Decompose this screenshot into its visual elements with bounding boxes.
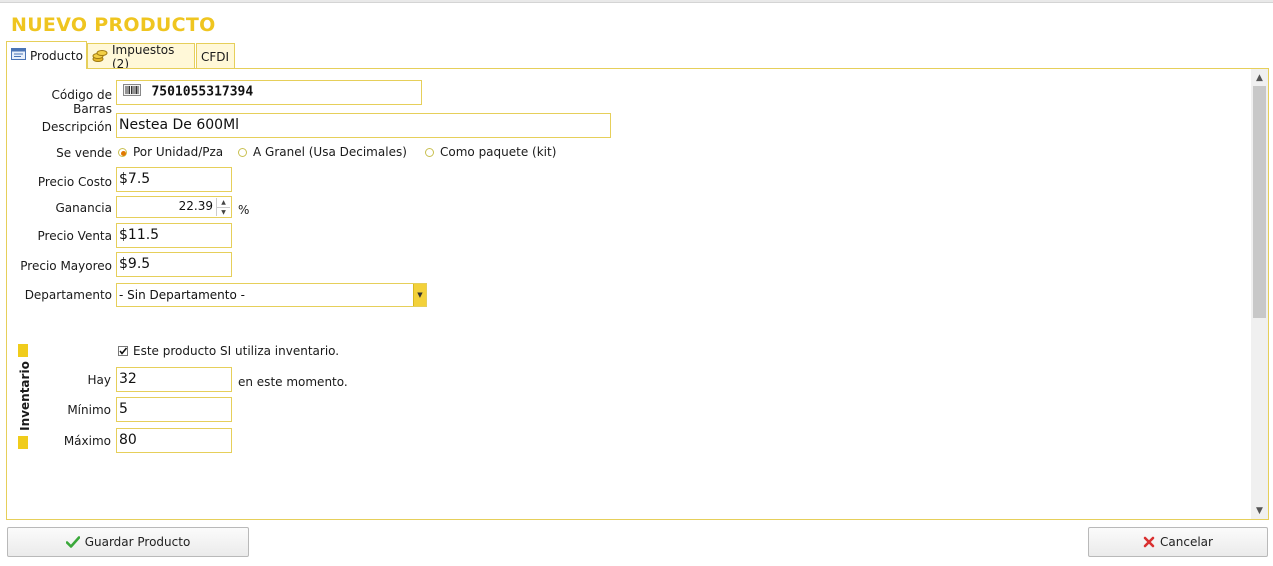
stepper-up-icon[interactable]: ▲	[217, 198, 230, 208]
current-stock-field[interactable]: 32	[116, 367, 232, 392]
inventory-section-label: Inventario	[18, 361, 32, 431]
department-select[interactable]: - Sin Departamento - ▼	[116, 283, 427, 307]
profit-value: 22.39	[178, 199, 213, 213]
radio-unselected-icon	[238, 147, 247, 157]
scroll-down-icon[interactable]: ▼	[1251, 502, 1268, 519]
page-title: NUEVO PRODUCTO	[11, 14, 216, 36]
scrollbar-thumb[interactable]	[1253, 86, 1266, 318]
uses-inventory-checkbox[interactable]: Este producto SI utiliza inventario.	[118, 344, 339, 358]
barcode-icon	[123, 84, 141, 100]
close-icon	[1143, 536, 1155, 548]
cancel-label: Cancelar	[1160, 535, 1213, 549]
current-stock-label: Hay	[87, 373, 111, 387]
department-label: Departamento	[24, 288, 112, 302]
department-value: - Sin Departamento -	[119, 288, 245, 302]
radio-a-granel-label: A Granel (Usa Decimales)	[253, 145, 407, 159]
wholesale-price-label: Precio Mayoreo	[20, 259, 112, 273]
barcode-field[interactable]: 7501055317394	[116, 80, 422, 105]
sale-price-field[interactable]: $11.5	[116, 223, 232, 248]
profit-label: Ganancia	[55, 201, 112, 215]
coins-icon	[92, 47, 108, 66]
tab-cfdi[interactable]: CFDI	[196, 43, 235, 69]
save-product-label: Guardar Producto	[84, 535, 191, 549]
top-divider	[0, 0, 1273, 3]
radio-selected-icon	[118, 147, 127, 157]
radio-como-paquete-label: Como paquete (kit)	[440, 145, 557, 159]
checkmark-icon	[65, 536, 80, 548]
profit-stepper[interactable]: 22.39 ▲ ▼	[116, 196, 232, 218]
tab-producto-label: Producto	[30, 48, 83, 63]
barcode-value: 7501055317394	[151, 84, 254, 100]
minimum-stock-label: Mínimo	[67, 403, 111, 417]
description-field[interactable]: Nestea De 600Ml	[116, 113, 611, 138]
cost-price-field[interactable]: $7.5	[116, 167, 232, 192]
vertical-scrollbar[interactable]: ▲ ▼	[1251, 69, 1268, 519]
sale-price-label: Precio Venta	[37, 229, 113, 243]
sale-type-label: Se vende	[56, 146, 112, 160]
uses-inventory-label: Este producto SI utiliza inventario.	[133, 344, 340, 358]
description-label: Descripción	[41, 120, 112, 134]
tab-cfdi-label: CFDI	[201, 49, 230, 64]
chevron-down-icon[interactable]: ▼	[413, 284, 426, 306]
checkbox-checked-icon	[118, 346, 128, 356]
radio-por-unidad[interactable]: Por Unidad/Pza	[118, 145, 223, 159]
cost-price-label: Precio Costo	[37, 175, 112, 189]
radio-unselected-icon	[425, 147, 434, 157]
profit-unit: %	[238, 203, 250, 217]
maximum-stock-field[interactable]: 80	[116, 428, 232, 453]
scroll-up-icon[interactable]: ▲	[1251, 69, 1268, 86]
stepper-down-icon[interactable]: ▼	[217, 208, 230, 217]
radio-como-paquete[interactable]: Como paquete (kit)	[425, 145, 556, 159]
tab-impuestos-label: Impuestos (2)	[112, 42, 175, 71]
cancel-button[interactable]: Cancelar	[1088, 527, 1268, 557]
tab-impuestos[interactable]: Impuestos (2)	[87, 42, 195, 71]
tab-producto[interactable]: Producto	[6, 41, 87, 69]
form-icon	[11, 48, 26, 63]
product-form-panel: ▲ ▼ Código de Barras 7501055317394 Descr…	[6, 68, 1269, 520]
maximum-stock-label: Máximo	[63, 434, 111, 448]
radio-a-granel[interactable]: A Granel (Usa Decimales)	[238, 145, 407, 159]
save-product-button[interactable]: Guardar Producto	[7, 527, 249, 557]
barcode-label: Código de Barras	[51, 88, 112, 116]
current-stock-suffix: en este momento.	[238, 375, 348, 389]
minimum-stock-field[interactable]: 5	[116, 397, 232, 422]
radio-por-unidad-label: Por Unidad/Pza	[133, 145, 224, 159]
wholesale-price-field[interactable]: $9.5	[116, 252, 232, 277]
